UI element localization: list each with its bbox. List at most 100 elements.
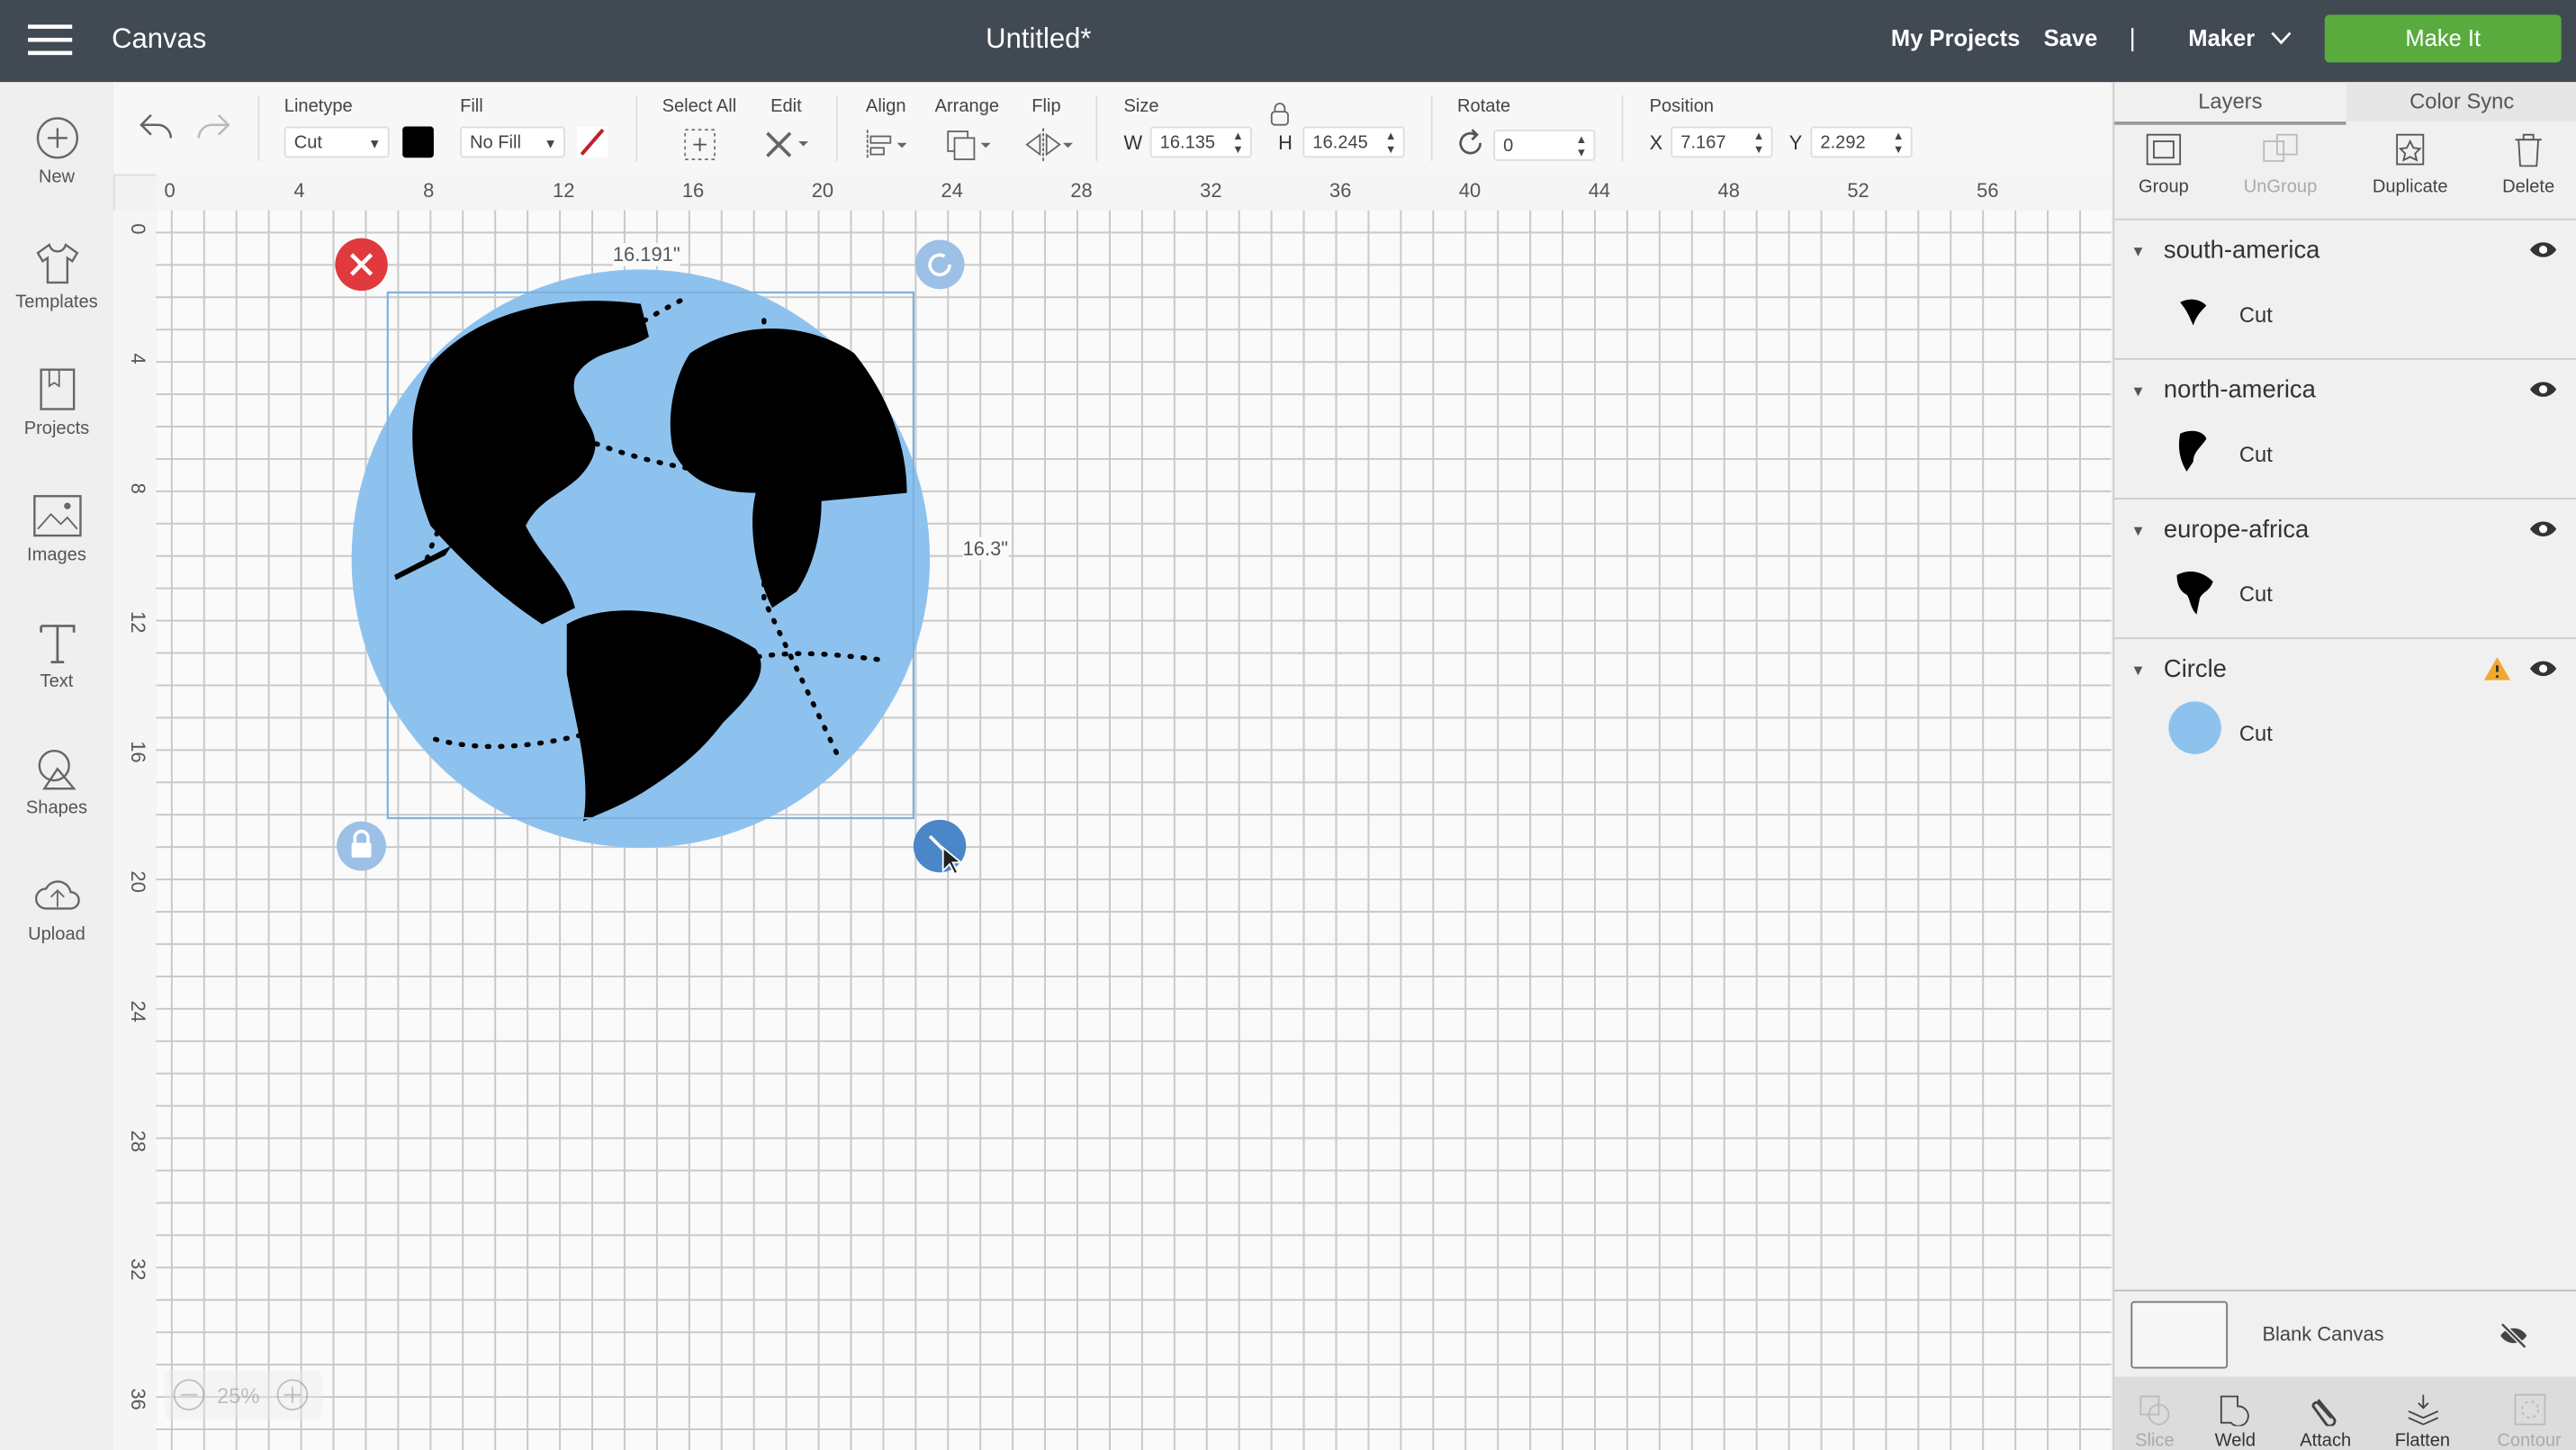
ruler-tick-label: 8 — [126, 482, 150, 494]
layer-thumbnail — [2178, 430, 2207, 472]
divider — [257, 95, 260, 161]
eye-icon[interactable] — [2528, 239, 2558, 259]
ruler-tick-label: 4 — [126, 353, 150, 365]
nav-label: Text — [40, 671, 74, 692]
ruler-tick-label: 36 — [1329, 178, 1352, 203]
layer-name: north-america — [2163, 375, 2316, 405]
width-input[interactable]: 16.135 ▲ ▼ — [1149, 126, 1252, 158]
caret-down-icon[interactable]: ▼ — [2130, 662, 2145, 679]
fill-value: No Fill — [470, 132, 521, 153]
align-icon[interactable] — [862, 127, 912, 163]
my-projects-link[interactable]: My Projects — [1891, 24, 2020, 50]
layer-circle[interactable]: ▼ Circle Cut — [2114, 639, 2576, 777]
caret-down-icon[interactable]: ▼ — [2130, 383, 2145, 399]
eye-icon[interactable] — [2528, 659, 2558, 679]
layer-north-america[interactable]: ▼ north-america Cut — [2114, 360, 2576, 500]
height-input[interactable]: 16.245 ▲ ▼ — [1302, 126, 1405, 158]
chevron-down-icon[interactable] — [2271, 32, 2292, 46]
ruler-tick-label: 52 — [1847, 178, 1869, 203]
blank-canvas-swatch[interactable] — [2130, 1301, 2229, 1369]
eye-icon[interactable] — [2528, 380, 2558, 400]
divider: | — [2129, 24, 2136, 53]
divider — [635, 95, 638, 161]
x-position-input[interactable]: 7.167 ▲ ▼ — [1671, 126, 1773, 158]
bottom-actions: Slice Weld Attach Flatten Contour — [2114, 1376, 2576, 1450]
flatten-button[interactable]: Flatten — [2377, 1393, 2467, 1450]
nav-templates[interactable]: Templates — [0, 239, 113, 312]
nav-label: Upload — [28, 924, 86, 945]
machine-select[interactable]: Maker — [2188, 24, 2255, 50]
linetype-color-swatch[interactable] — [402, 126, 434, 158]
tab-layers[interactable]: Layers — [2114, 82, 2346, 125]
layer-south-america[interactable]: ▼ south-america Cut — [2114, 221, 2576, 360]
width-value: 16.135 — [1159, 132, 1216, 153]
caret-down-icon[interactable]: ▼ — [2130, 243, 2145, 259]
toolbar: Linetype Cut ▼ Fill No Fill ▼ Select All E… — [113, 82, 2112, 176]
ruler-tick-label: 0 — [164, 178, 176, 203]
cloud-upload-icon — [34, 880, 79, 910]
duplicate-button[interactable]: Duplicate — [2361, 131, 2460, 197]
layer-thumbnail — [2176, 572, 2213, 615]
nav-label: Images — [27, 545, 86, 565]
weld-button[interactable]: Weld — [2190, 1393, 2280, 1450]
select-all-label: Select All — [662, 96, 737, 117]
save-button[interactable]: Save — [2044, 24, 2098, 50]
image-icon — [32, 495, 81, 537]
hamburger-menu-icon[interactable] — [28, 23, 73, 57]
fill-label: Fill — [460, 96, 483, 117]
ruler-tick-label: 12 — [126, 611, 150, 635]
y-position-input[interactable]: 2.292 ▲ ▼ — [1810, 126, 1913, 158]
linetype-select[interactable]: Cut ▼ — [284, 126, 390, 158]
x-label: X — [1649, 131, 1663, 155]
group-icon — [2146, 133, 2182, 166]
layer-thumbnail — [2168, 701, 2221, 754]
slice-button[interactable]: Slice — [2110, 1393, 2200, 1450]
ungroup-button[interactable]: UnGroup — [2231, 131, 2330, 197]
rotate-handle[interactable] — [914, 239, 965, 290]
eye-hidden-icon[interactable] — [2499, 1322, 2528, 1349]
y-value: 2.292 — [1820, 132, 1866, 153]
lock-icon[interactable] — [1270, 102, 1290, 126]
nav-shapes[interactable]: Shapes — [0, 746, 113, 818]
caret-down-icon[interactable]: ▼ — [2130, 522, 2145, 538]
attach-button[interactable]: Attach — [2281, 1393, 2371, 1450]
arrange-label: Arrange — [934, 96, 1000, 117]
contour-icon — [2513, 1393, 2545, 1426]
divider — [1095, 95, 1098, 161]
flip-icon[interactable] — [1022, 127, 1074, 163]
button-label: UnGroup — [2243, 177, 2318, 198]
select-all-icon[interactable] — [681, 127, 717, 163]
nav-images[interactable]: Images — [0, 493, 113, 565]
nav-new[interactable]: New — [0, 115, 113, 187]
rotate-input[interactable]: 0 ▲ ▼ — [1493, 130, 1596, 161]
tab-color-sync[interactable]: Color Sync — [2346, 82, 2576, 122]
button-label: Flatten — [2394, 1430, 2451, 1450]
contour-button[interactable]: Contour — [2484, 1393, 2574, 1450]
layer-operation: Cut — [2238, 302, 2273, 328]
flip-label: Flip — [1031, 96, 1061, 117]
left-nav: New Templates Projects Images Text Shape… — [0, 82, 115, 1450]
nav-upload[interactable]: Upload — [0, 872, 113, 945]
fill-select[interactable]: No Fill ▼ — [460, 126, 565, 158]
zoom-in-icon[interactable] — [276, 1378, 310, 1411]
blank-canvas-label: Blank Canvas — [2262, 1322, 2384, 1346]
zoom-out-icon[interactable] — [173, 1378, 206, 1411]
undo-icon[interactable] — [138, 112, 174, 141]
nav-projects[interactable]: Projects — [0, 366, 113, 438]
delete-button[interactable]: Delete — [2479, 131, 2576, 197]
app-title: Canvas — [112, 23, 207, 55]
layer-name: Circle — [2163, 655, 2227, 684]
edit-scissors-icon[interactable] — [762, 127, 812, 163]
redo-icon[interactable] — [195, 112, 231, 141]
warning-icon[interactable] — [2482, 655, 2512, 681]
make-it-button[interactable]: Make It — [2324, 14, 2562, 63]
eye-icon[interactable] — [2528, 519, 2558, 539]
zoom-level: 25% — [216, 1382, 260, 1409]
nav-text[interactable]: Text — [0, 619, 113, 691]
layer-europe-africa[interactable]: ▼ europe-africa Cut — [2114, 500, 2576, 640]
layer-thumbnail — [2180, 299, 2207, 326]
canvas-objects — [335, 238, 967, 876]
arrange-icon[interactable] — [943, 127, 995, 163]
group-button[interactable]: Group — [2114, 131, 2213, 197]
no-fill-swatch-icon[interactable] — [576, 126, 608, 158]
